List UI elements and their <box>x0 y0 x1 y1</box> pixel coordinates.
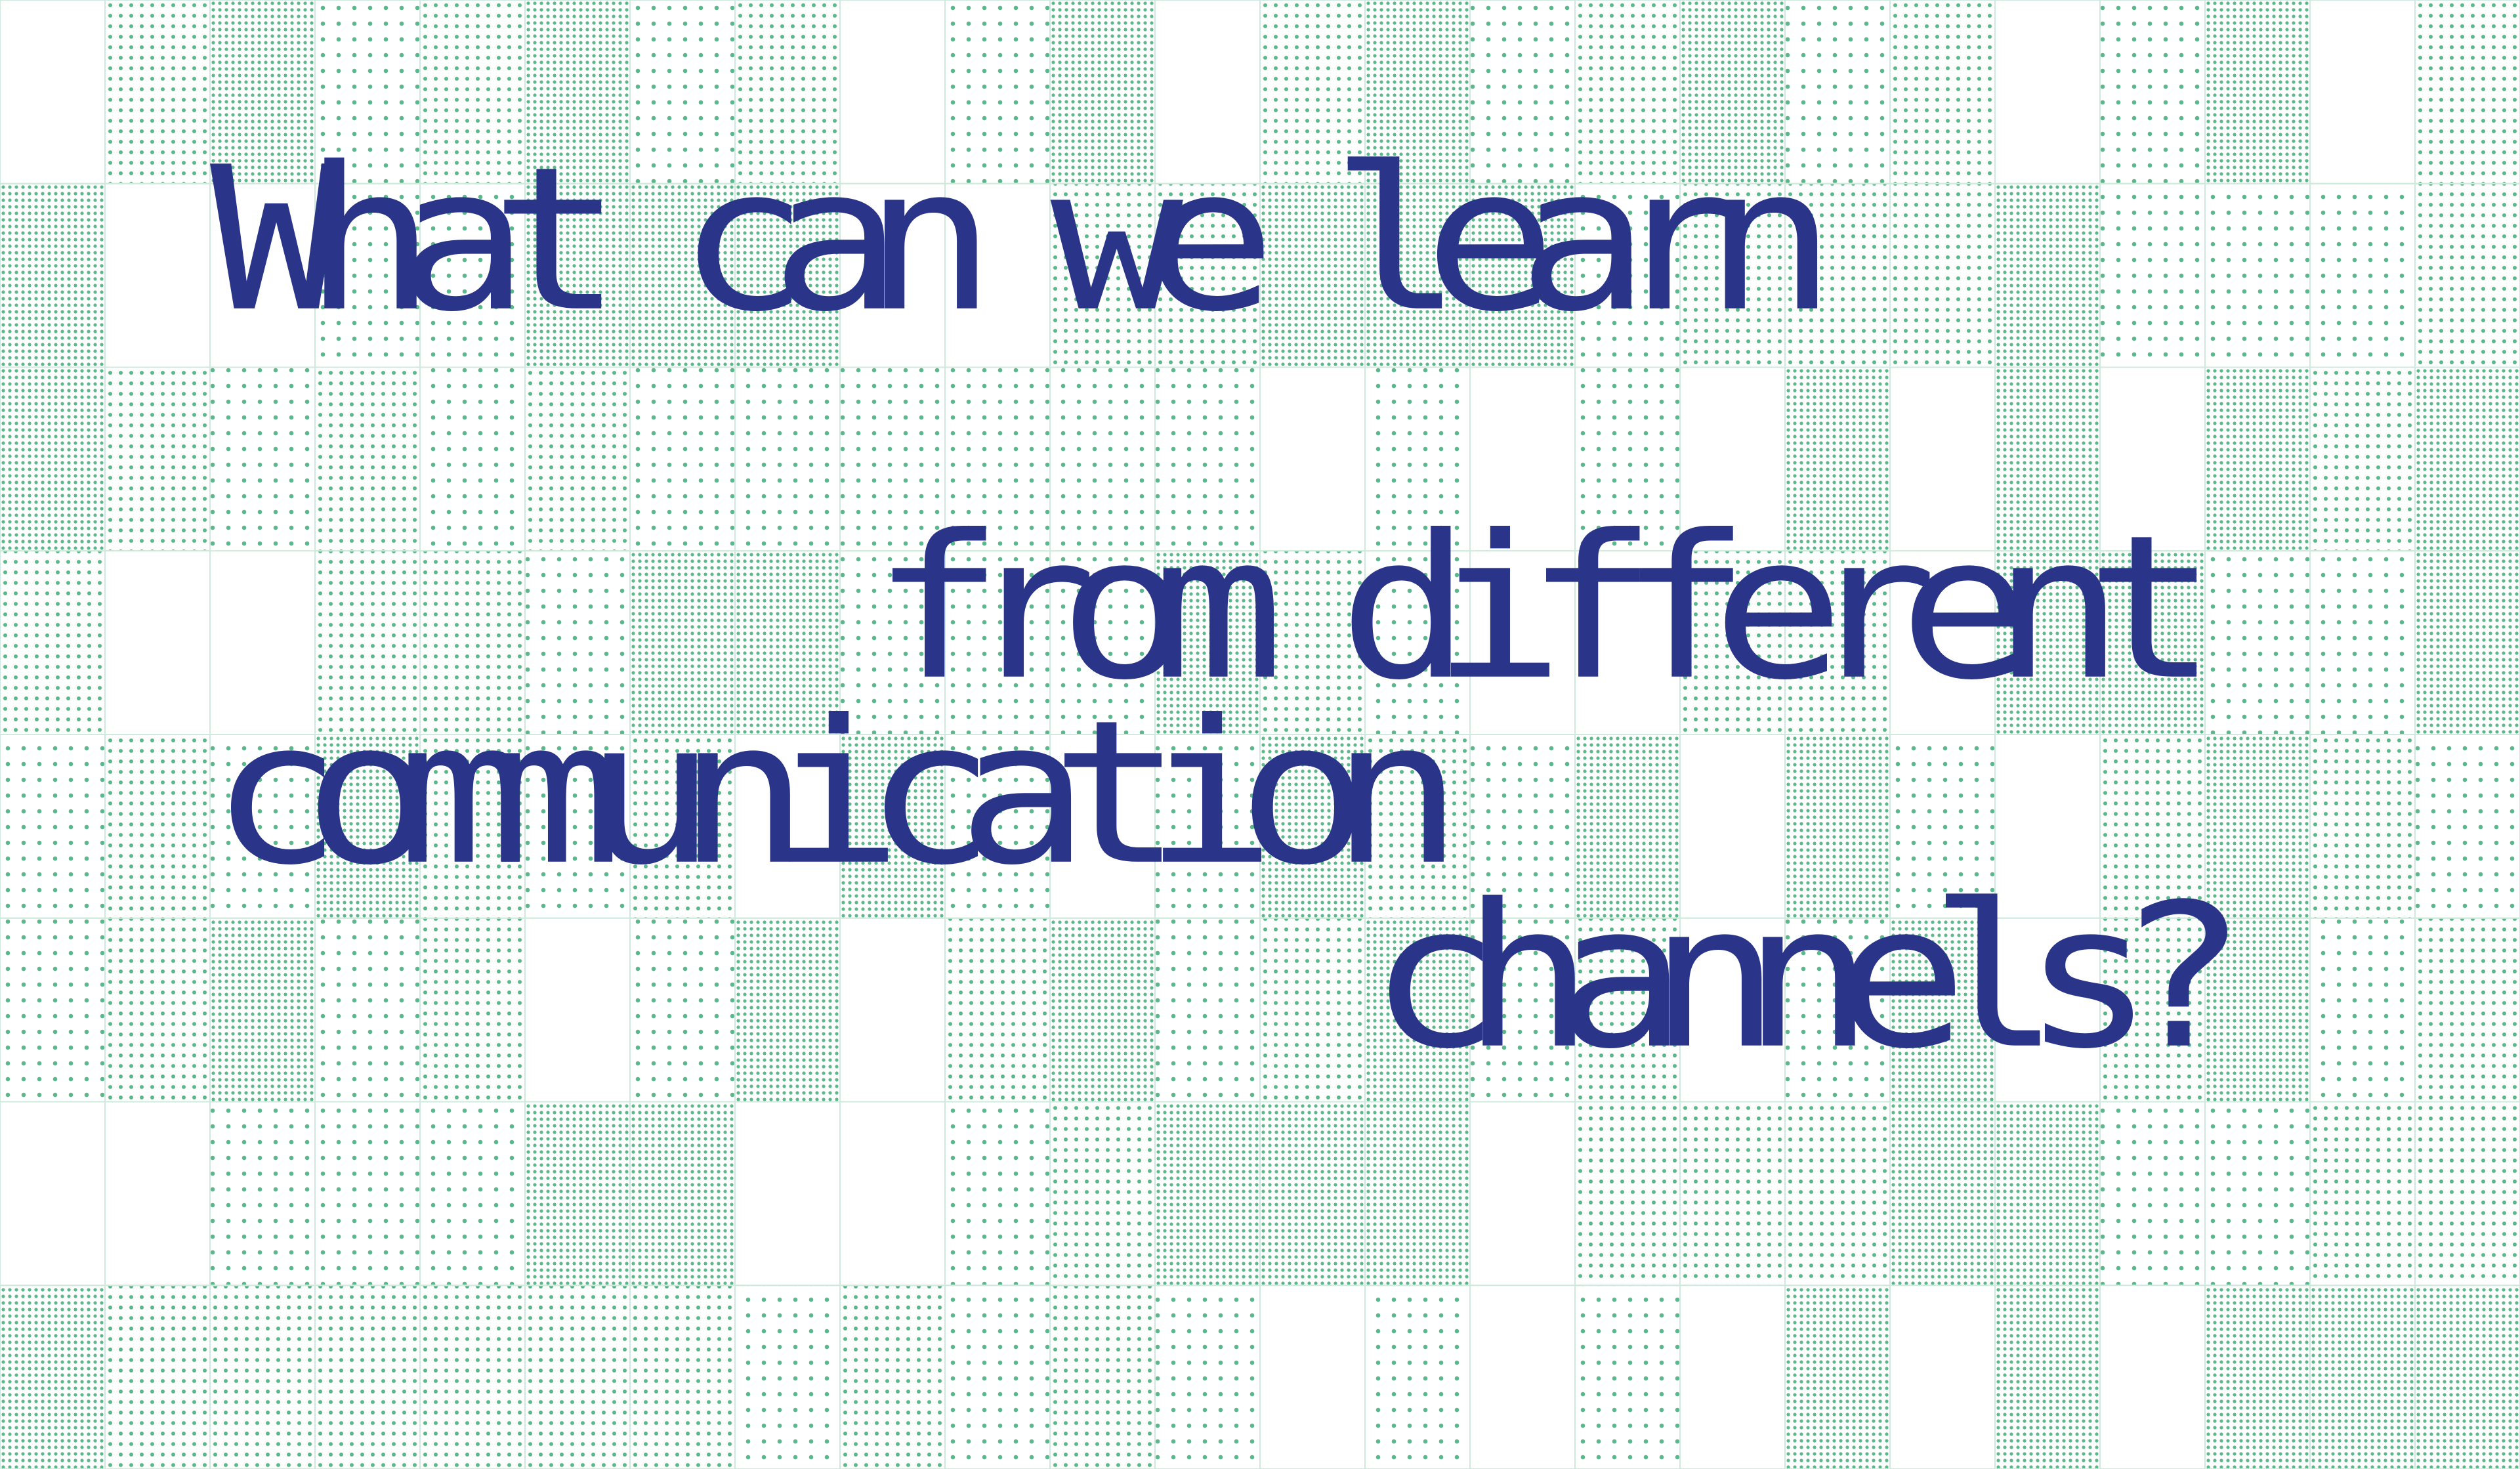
headline: What can we learn from different communi… <box>0 0 2520 1469</box>
headline-line-3: communication <box>210 677 1463 909</box>
headline-line-1: What can we learn <box>210 124 1837 356</box>
headline-line-4: channels? <box>1368 861 2248 1093</box>
